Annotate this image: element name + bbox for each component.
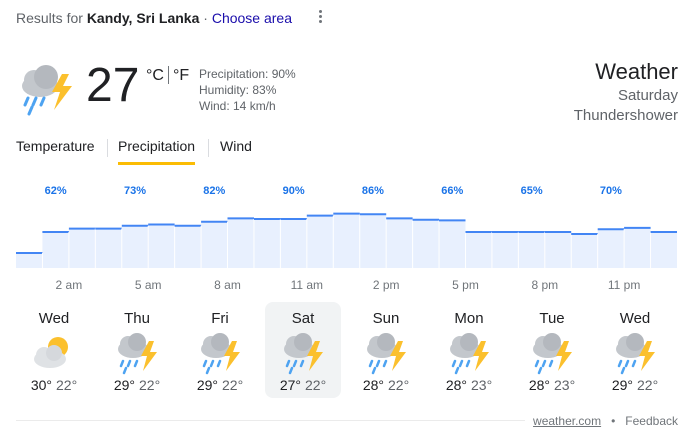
chart-x-tick-label: 8 am bbox=[214, 278, 241, 292]
forecast-day[interactable]: Wed 29° 22° bbox=[597, 302, 673, 398]
thundershower-icon bbox=[113, 331, 161, 375]
forecast-day[interactable]: Wed 30° 22° bbox=[16, 302, 92, 398]
header-separator: · bbox=[199, 10, 212, 26]
current-weather-icon bbox=[16, 60, 80, 116]
thundershower-icon bbox=[445, 331, 493, 375]
precipitation-chart: 62% 73% 82% 90% 86% 66% 65% 70% bbox=[16, 178, 677, 268]
partly-cloudy-icon bbox=[30, 331, 78, 375]
location-name: Kandy, Sri Lanka bbox=[86, 10, 200, 26]
forecast-day-name: Fri bbox=[211, 310, 229, 327]
weather-title: Weather bbox=[595, 59, 678, 84]
precipitation-detail: Precipitation: 90% bbox=[199, 67, 296, 81]
forecast-low: 22° bbox=[637, 377, 659, 393]
precipitation-data-label: 82% bbox=[203, 185, 225, 197]
forecast-high: 29° bbox=[611, 377, 633, 393]
forecast-day-selected[interactable]: Sat 27° 22° bbox=[265, 302, 341, 398]
weather-summary: Weather Saturday Thundershower bbox=[574, 58, 678, 126]
thundershower-icon bbox=[528, 331, 576, 375]
forecast-day[interactable]: Thu 29° 22° bbox=[99, 302, 175, 398]
forecast-high: 27° bbox=[279, 377, 301, 393]
precipitation-data-label: 66% bbox=[441, 185, 463, 197]
precipitation-data-label: 65% bbox=[521, 185, 543, 197]
tab-precipitation[interactable]: Precipitation bbox=[118, 138, 196, 165]
chart-x-tick-label: 2 am bbox=[55, 278, 83, 292]
forecast-low: 22° bbox=[139, 377, 161, 393]
footer-dot: • bbox=[611, 414, 616, 428]
weather-condition: Thundershower bbox=[573, 107, 678, 124]
forecast-day-name: Mon bbox=[454, 310, 484, 327]
forecast-low: 22° bbox=[56, 377, 78, 393]
forecast-day[interactable]: Sun 28° 22° bbox=[348, 302, 424, 398]
precipitation-data-label: 70% bbox=[600, 185, 622, 197]
chart-time-labels: 2 am 5 am 8 am 11 am 2 pm 5 pm 8 pm 11 pm bbox=[16, 278, 677, 294]
chart-x-tick-label: 5 am bbox=[134, 278, 162, 292]
chart-x-tick-label: 11 am bbox=[290, 278, 324, 292]
forecast-low: 23° bbox=[554, 377, 576, 393]
precipitation-chart-svg: 62% 73% 82% 90% 86% 66% 65% 70% bbox=[16, 185, 677, 268]
chart-x-tick-label: 2 pm bbox=[372, 278, 400, 292]
feedback-link[interactable]: Feedback bbox=[625, 414, 678, 428]
forecast-low: 22° bbox=[388, 377, 410, 393]
forecast-low: 22° bbox=[222, 377, 244, 393]
weather-details: Precipitation: 90% Humidity: 83% Wind: 1… bbox=[199, 66, 296, 114]
forecast-day-name: Wed bbox=[38, 310, 70, 327]
precipitation-data-label: 73% bbox=[124, 185, 146, 197]
humidity-detail: Humidity: 83% bbox=[199, 83, 277, 97]
chart-x-tick-label: 5 pm bbox=[452, 278, 479, 292]
forecast-day[interactable]: Fri 29° 22° bbox=[182, 302, 258, 398]
thundershower-icon bbox=[362, 331, 410, 375]
unit-celsius[interactable]: °C bbox=[146, 67, 164, 84]
unit-fahrenheit[interactable]: °F bbox=[173, 67, 189, 84]
forecast-high: 28° bbox=[362, 377, 384, 393]
precipitation-area bbox=[16, 213, 677, 268]
unit-toggle: °C °F bbox=[146, 66, 189, 85]
forecast-high: 28° bbox=[445, 377, 467, 393]
footer: weather.com • Feedback bbox=[525, 414, 678, 428]
precipitation-data-label: 62% bbox=[45, 185, 67, 197]
forecast-high: 29° bbox=[196, 377, 218, 393]
precipitation-data-label: 86% bbox=[362, 185, 384, 197]
chart-x-tick-label: 11 pm bbox=[607, 278, 641, 292]
tab-temperature[interactable]: Temperature bbox=[16, 138, 95, 154]
forecast-day-name: Wed bbox=[619, 310, 651, 327]
precipitation-data-label: 90% bbox=[283, 185, 305, 197]
weather-day: Saturday bbox=[617, 87, 678, 104]
forecast-day[interactable]: Tue 28° 23° bbox=[514, 302, 590, 398]
current-temperature: 27 bbox=[86, 59, 140, 112]
forecast-low: 23° bbox=[471, 377, 493, 393]
forecast-high: 28° bbox=[528, 377, 550, 393]
results-for-label: Results for bbox=[16, 10, 83, 26]
choose-area-link[interactable]: Choose area bbox=[212, 10, 292, 26]
wind-detail: Wind: 14 km/h bbox=[199, 99, 276, 113]
chart-x-tick-label: 8 pm bbox=[531, 278, 559, 292]
forecast-high: 29° bbox=[113, 377, 135, 393]
forecast-day-name: Sat bbox=[291, 310, 315, 327]
tab-divider bbox=[208, 139, 209, 157]
forecast-day-name: Tue bbox=[539, 310, 565, 327]
forecast-low: 22° bbox=[305, 377, 327, 393]
unit-separator bbox=[167, 66, 169, 84]
forecast-day-name: Sun bbox=[372, 310, 400, 327]
forecast-day-name: Thu bbox=[124, 310, 150, 327]
tab-divider bbox=[107, 139, 108, 157]
more-options-icon[interactable] bbox=[313, 8, 327, 28]
thundershower-icon bbox=[279, 331, 327, 375]
source-link[interactable]: weather.com bbox=[533, 414, 601, 428]
thundershower-icon bbox=[611, 331, 659, 375]
thundershower-icon bbox=[196, 331, 244, 375]
results-header: Results for Kandy, Sri Lanka · Choose ar… bbox=[16, 10, 292, 26]
forecast-high: 30° bbox=[30, 377, 52, 393]
tab-wind[interactable]: Wind bbox=[220, 138, 252, 154]
forecast-day[interactable]: Mon 28° 23° bbox=[431, 302, 507, 398]
daily-forecast: Wed 30° 22° Thu 29° 22° Fri 29° 22° Sat 27°… bbox=[16, 302, 677, 398]
